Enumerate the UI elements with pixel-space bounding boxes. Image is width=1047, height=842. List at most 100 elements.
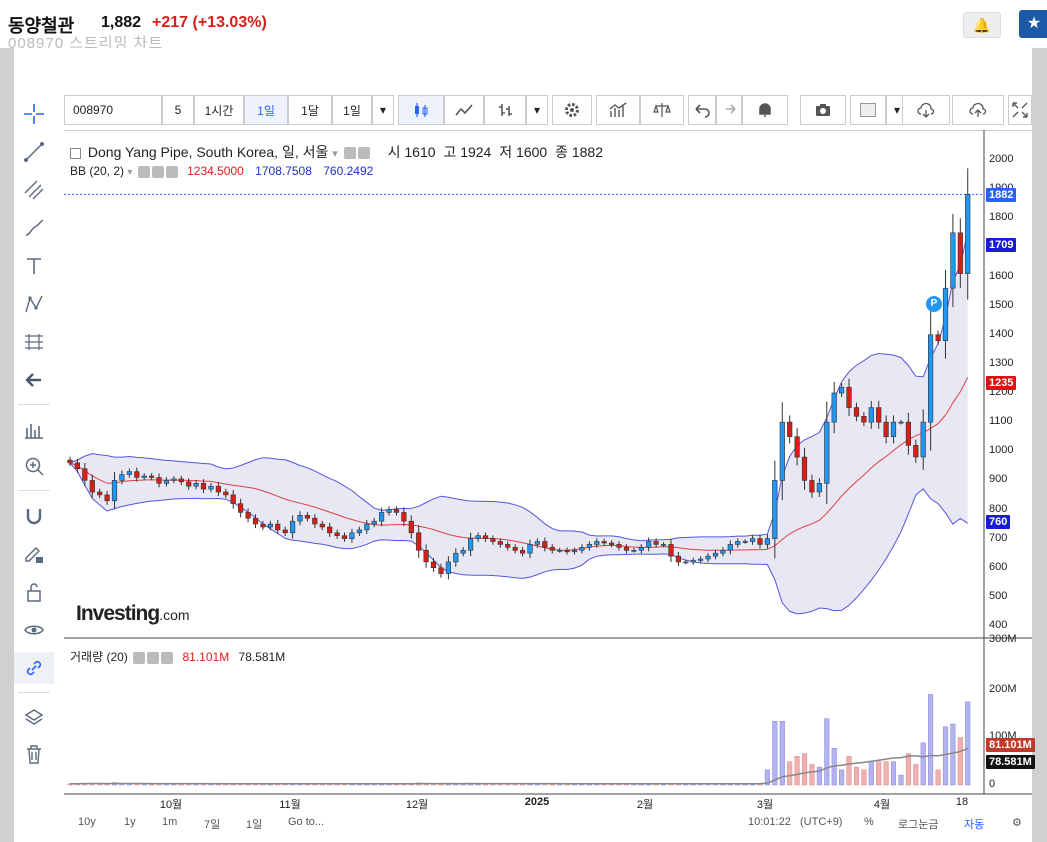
period-1m-button[interactable]: 1달	[288, 95, 332, 125]
layers-tool[interactable]	[14, 702, 54, 734]
price-volume-svg[interactable]	[64, 130, 1032, 814]
log-toggle[interactable]: 로그눈금	[898, 816, 938, 832]
chart-area[interactable]: Dong Yang Pipe, South Korea, 일, 서울 ▾ 시 1…	[64, 130, 1035, 832]
range-1d[interactable]: 1일	[246, 816, 262, 832]
eye-icon	[24, 625, 44, 635]
crosshair-tool[interactable]	[14, 98, 54, 130]
range-10y[interactable]: 10y	[78, 816, 96, 828]
range-1m[interactable]: 1m	[162, 816, 177, 828]
candle-body	[267, 523, 273, 528]
volume-bar	[809, 764, 815, 786]
interval-input[interactable]: 5	[162, 95, 194, 125]
x-tick: 4월	[873, 799, 891, 811]
price-tick: 1500	[989, 298, 1014, 311]
candle-body	[512, 547, 518, 551]
brush-tool[interactable]	[14, 212, 54, 244]
candle-body	[223, 491, 229, 496]
goto-button[interactable]: Go to...	[288, 816, 324, 828]
period-1d-button[interactable]: 1일	[244, 95, 288, 125]
symbol-input[interactable]: 008970	[64, 95, 162, 125]
bell-plus-icon: 🔔	[973, 17, 991, 33]
crosshair-icon	[24, 104, 44, 124]
settings-mini-icon[interactable]	[357, 147, 370, 160]
volume-settings-icon[interactable]	[147, 651, 160, 664]
indicators-button[interactable]	[596, 95, 640, 125]
style-dropdown[interactable]: ▾	[526, 95, 548, 125]
bb-settings-icon[interactable]	[151, 165, 164, 178]
candle-body	[149, 475, 155, 478]
price-tick: 700	[989, 531, 1008, 544]
pin-marker[interactable]: P	[926, 296, 942, 312]
percent-toggle[interactable]: %	[864, 816, 874, 828]
page: { "header": { "stock_name": "동양철관", "pri…	[0, 0, 1047, 842]
right-margin	[1032, 48, 1047, 842]
save-layout-button[interactable]	[952, 95, 1004, 125]
volume-bar	[839, 769, 845, 786]
color-picker-button[interactable]	[850, 95, 886, 125]
layers-icon	[24, 709, 44, 725]
add-alert-button[interactable]: 🔔	[963, 12, 1001, 38]
candle-style-button[interactable]	[398, 95, 444, 125]
candle-body	[475, 535, 481, 539]
volume-ma-tag: 78.581M	[986, 755, 1035, 769]
bb-close-icon[interactable]	[165, 165, 178, 178]
bb-eye-icon[interactable]	[137, 165, 150, 178]
redo-icon	[726, 104, 736, 114]
period-select[interactable]: 1일	[332, 95, 372, 125]
settings-button[interactable]	[552, 95, 592, 125]
candle-body	[505, 544, 511, 548]
volume-ma-value: 78.581M	[238, 650, 286, 664]
price-tick: 1000	[989, 444, 1014, 457]
zoom-tool[interactable]	[14, 450, 54, 482]
range-1y[interactable]: 1y	[124, 816, 136, 828]
snapshot-button[interactable]	[800, 95, 846, 125]
timezone[interactable]: (UTC+9)	[800, 816, 842, 828]
eye-toggle-icon[interactable]	[343, 147, 356, 160]
candle-body	[764, 538, 770, 545]
lock-draw-tool[interactable]	[14, 538, 54, 570]
fib-tool[interactable]	[14, 326, 54, 358]
undo-button[interactable]	[688, 95, 716, 125]
trendline-tool[interactable]	[14, 136, 54, 168]
candle-body	[608, 542, 615, 545]
stock-price: 1,882	[101, 14, 142, 31]
volume-close-icon[interactable]	[161, 651, 174, 664]
volume-eye-icon[interactable]	[133, 651, 146, 664]
magnet-tool[interactable]	[14, 500, 54, 532]
candle-body	[327, 526, 333, 534]
compare-button[interactable]	[640, 95, 684, 125]
measure-tool[interactable]	[14, 414, 54, 446]
fullscreen-button[interactable]	[1008, 95, 1032, 125]
bar-style-button[interactable]	[484, 95, 526, 125]
line-style-button[interactable]	[444, 95, 484, 125]
load-layout-button[interactable]	[902, 95, 950, 125]
caret-down-icon: ▾	[893, 103, 901, 117]
bb-lower: 760.2492	[323, 164, 374, 178]
candle-body	[445, 561, 452, 574]
unlock-tool[interactable]	[14, 576, 54, 608]
redo-button[interactable]	[716, 95, 742, 125]
collapse-icon[interactable]	[70, 147, 81, 159]
link-tool[interactable]	[14, 652, 54, 684]
candle-body	[111, 480, 118, 502]
close-value: 1882	[571, 144, 604, 160]
delete-tool[interactable]	[14, 738, 54, 770]
period-dropdown[interactable]: ▾	[372, 95, 394, 125]
watchlist-star-button[interactable]: ★	[1019, 10, 1047, 38]
close-label: 종	[555, 144, 568, 160]
logo-suffix: .com	[159, 607, 190, 623]
candle-body	[712, 552, 719, 557]
auto-toggle[interactable]: 자동	[964, 816, 984, 832]
text-tool[interactable]	[14, 250, 54, 282]
candle-body	[571, 549, 578, 553]
visibility-tool[interactable]	[14, 614, 54, 646]
vol-tick-0: 0	[989, 778, 996, 790]
period-1h-button[interactable]: 1시간	[194, 95, 244, 125]
pattern-tool[interactable]	[14, 288, 54, 320]
bottom-range-bar: 10y 1y 1m 7일 1일 Go to... 10:01:22 (UTC+9…	[64, 814, 1032, 832]
back-tool[interactable]	[14, 364, 54, 396]
axis-settings-icon[interactable]: ⚙	[1012, 816, 1022, 829]
range-7d[interactable]: 7일	[204, 816, 220, 832]
alert-button[interactable]	[742, 95, 788, 125]
pitchfork-tool[interactable]	[14, 174, 54, 206]
